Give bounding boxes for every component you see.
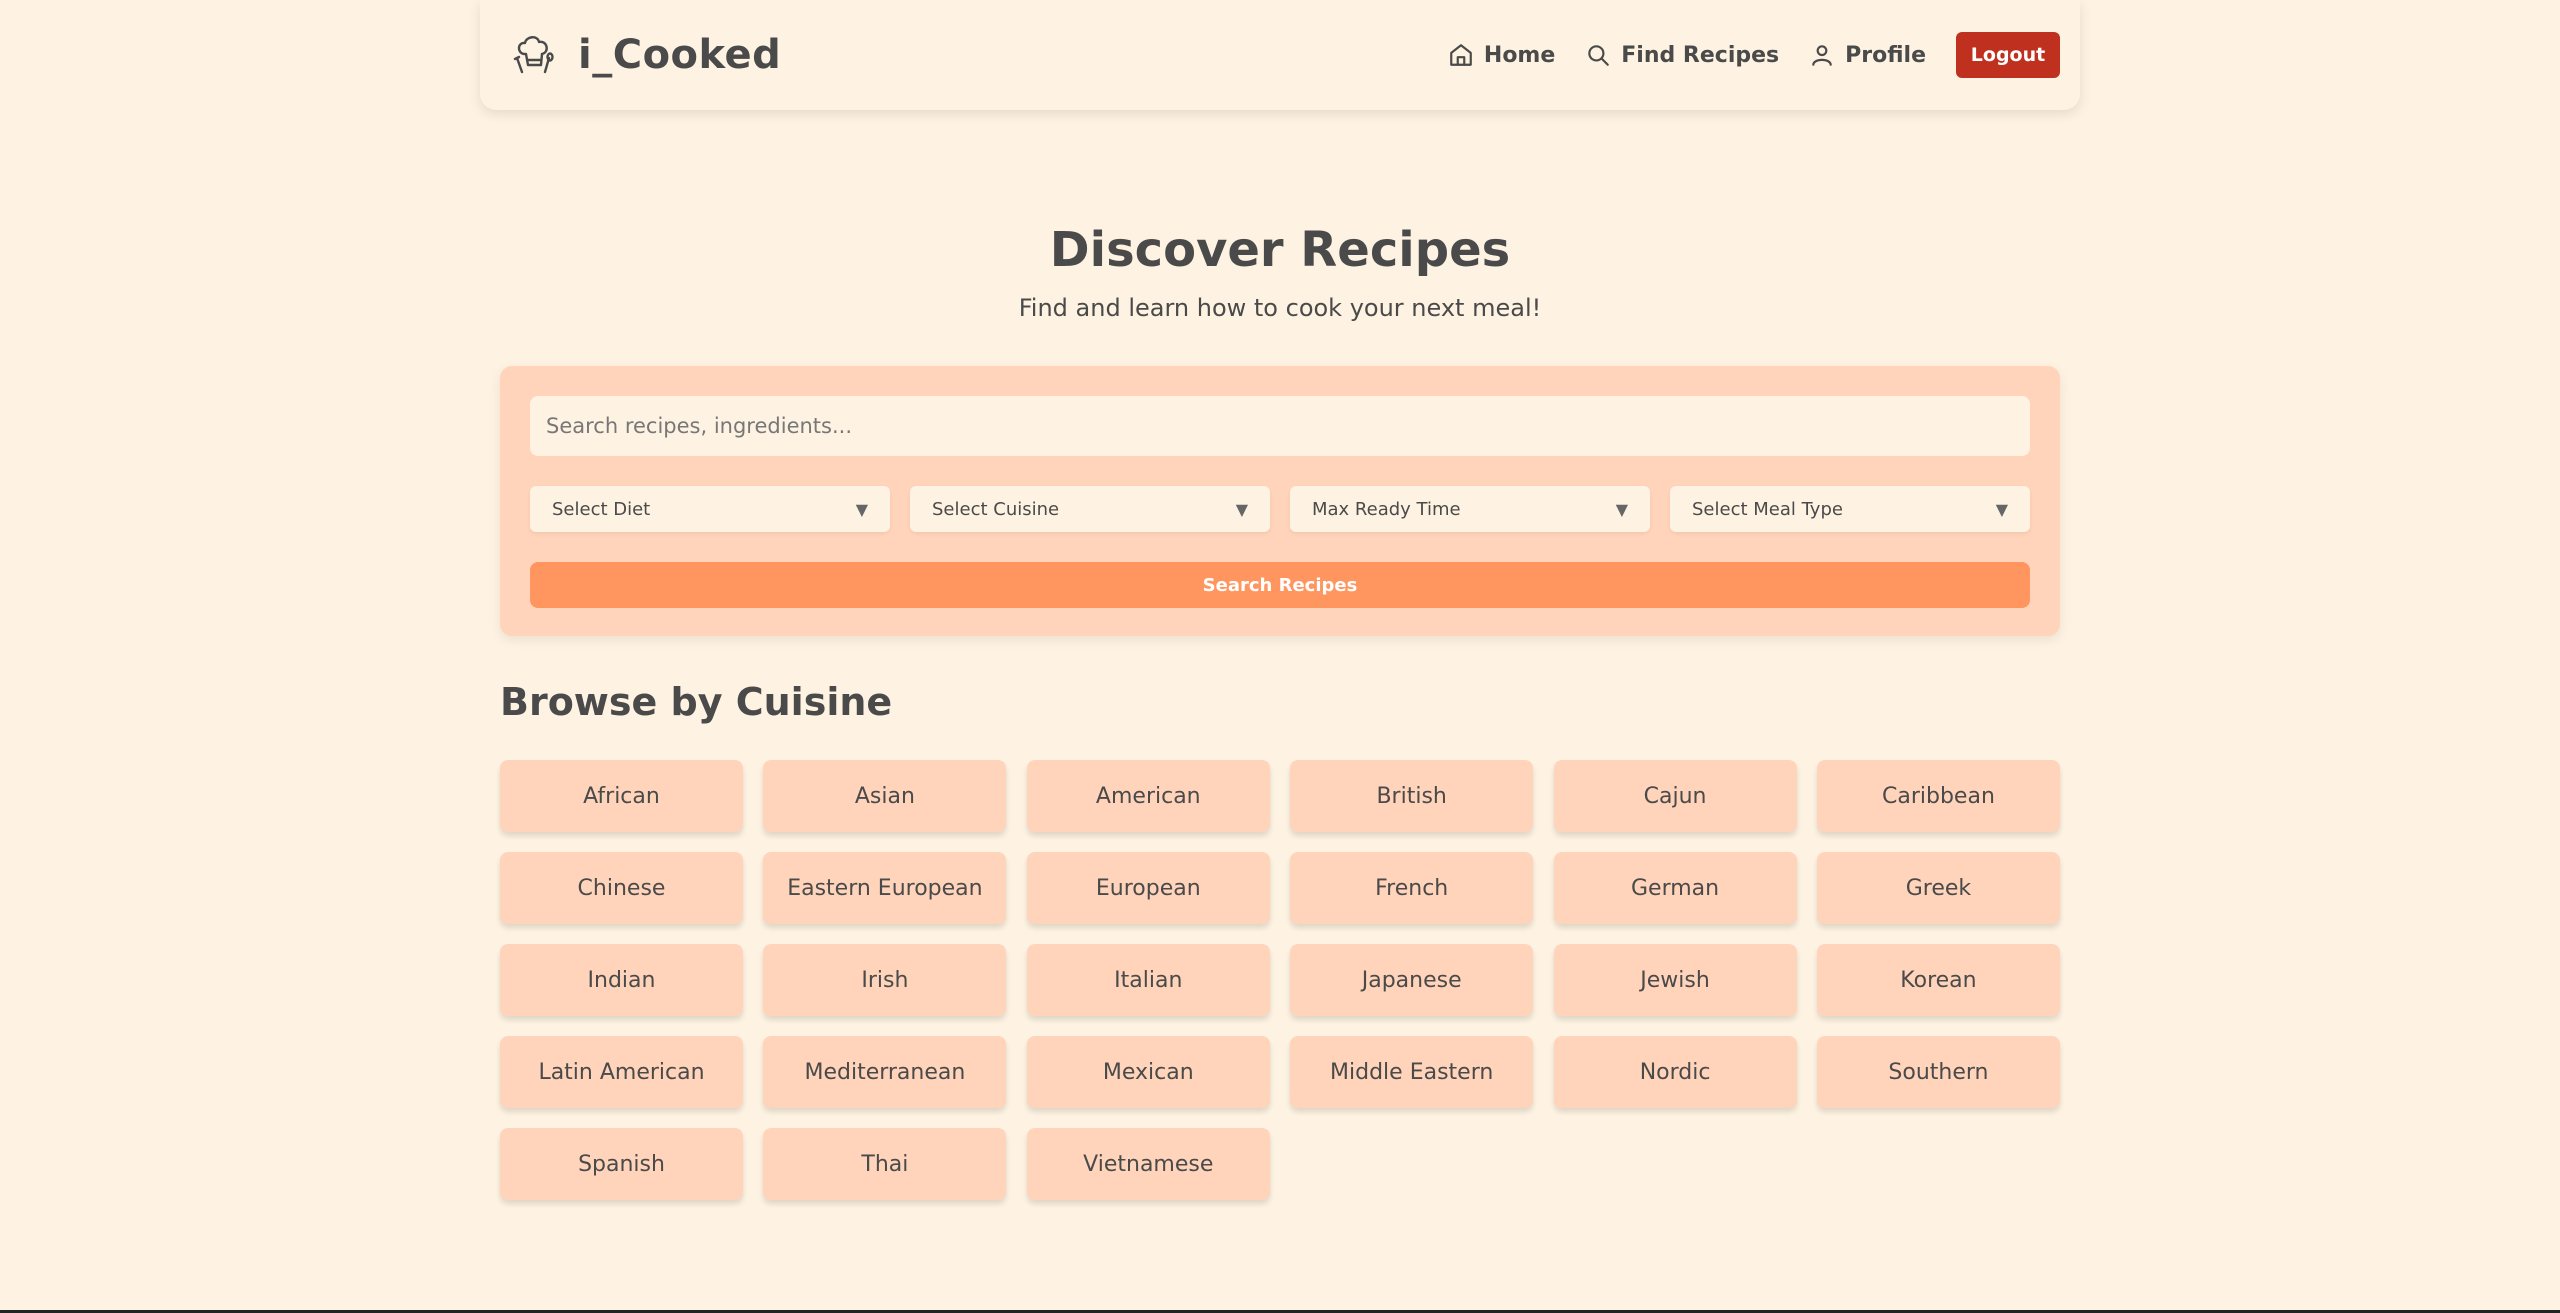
cuisine-card[interactable]: Cajun [1553, 760, 1797, 832]
nav-home[interactable]: Home [1448, 42, 1555, 68]
cuisine-card[interactable]: Mediterranean [763, 1036, 1007, 1108]
cuisine-card[interactable]: Italian [1026, 944, 1270, 1016]
cuisine-grid: African Asian American British Cajun Car… [500, 760, 2060, 1200]
cuisine-card[interactable]: French [1290, 852, 1534, 924]
ready-time-select-value: Max Ready Time [1312, 498, 1461, 520]
home-icon [1450, 44, 1472, 66]
search-panel: Search recipes, ingredients... Select Di… [500, 366, 2060, 636]
cuisine-card[interactable]: Nordic [1553, 1036, 1797, 1108]
diet-select-value: Select Diet [552, 498, 651, 520]
chevron-down-icon: ▼ [855, 499, 868, 519]
browse-title: Browse by Cuisine [500, 680, 893, 724]
cuisine-card[interactable]: Middle Eastern [1290, 1036, 1534, 1108]
meal-type-select[interactable]: Select Meal Type ▼ [1670, 486, 2030, 532]
cuisine-card[interactable]: Indian [500, 944, 743, 1016]
cuisine-select[interactable]: Select Cuisine ▼ [910, 486, 1270, 532]
cuisine-card[interactable]: Southern [1816, 1036, 2060, 1108]
chevron-down-icon: ▼ [1615, 499, 1628, 519]
cuisine-card[interactable]: Eastern European [763, 852, 1007, 924]
cuisine-card[interactable]: Chinese [500, 852, 743, 924]
cuisine-card[interactable]: Thai [763, 1128, 1007, 1200]
nav-profile-label: Profile [1845, 42, 1926, 68]
cuisine-select-value: Select Cuisine [932, 498, 1060, 520]
search-icon [1588, 45, 1610, 66]
meal-type-select-value: Select Meal Type [1692, 498, 1843, 520]
chevron-down-icon: ▼ [1235, 499, 1248, 519]
brand-name: i_Cooked [578, 32, 782, 78]
cuisine-card[interactable]: Irish [763, 944, 1007, 1016]
search-input[interactable]: Search recipes, ingredients... [530, 396, 2030, 456]
cuisine-card[interactable]: Mexican [1026, 1036, 1270, 1108]
cuisine-card[interactable]: Japanese [1290, 944, 1534, 1016]
filters: Select Diet ▼ Select Cuisine ▼ Max Ready… [530, 486, 2030, 532]
page-subtitle: Find and learn how to cook your next mea… [1018, 294, 1542, 322]
nav-home-label: Home [1483, 42, 1556, 68]
cuisine-card[interactable]: Spanish [500, 1128, 743, 1200]
logout-button[interactable]: Logout [1956, 32, 2060, 78]
cuisine-card[interactable]: African [500, 760, 743, 832]
brand[interactable]: i_Cooked [510, 31, 781, 79]
nav-links: Home Find Recipes Profile Logout [1448, 32, 2060, 78]
cuisine-card[interactable]: Latin American [500, 1036, 743, 1108]
cuisine-card[interactable]: American [1026, 760, 1270, 832]
cuisine-card[interactable]: Korean [1816, 944, 2060, 1016]
cuisine-card[interactable]: British [1290, 760, 1534, 832]
cuisine-card[interactable]: Greek [1816, 852, 2060, 924]
nav-profile[interactable]: Profile [1809, 42, 1926, 68]
nav-find-recipes-label: Find Recipes [1621, 42, 1780, 68]
user-icon [1812, 45, 1832, 66]
ready-time-select[interactable]: Max Ready Time ▼ [1290, 486, 1650, 532]
chevron-down-icon: ▼ [1995, 499, 2008, 519]
cuisine-card[interactable]: Caribbean [1816, 760, 2060, 832]
page-title: Discover Recipes [1049, 222, 1511, 278]
chef-hat-icon [510, 31, 558, 79]
cuisine-card[interactable]: Vietnamese [1026, 1128, 1270, 1200]
cuisine-card[interactable]: Asian [763, 760, 1007, 832]
diet-select[interactable]: Select Diet ▼ [530, 486, 890, 532]
cuisine-card[interactable]: German [1553, 852, 1797, 924]
cuisine-card[interactable]: Jewish [1553, 944, 1797, 1016]
search-recipes-button[interactable]: Search Recipes [530, 562, 2030, 608]
nav-find-recipes[interactable]: Find Recipes [1585, 42, 1779, 68]
hero: Discover Recipes Find and learn how to c… [0, 222, 2560, 322]
cuisine-card[interactable]: European [1026, 852, 1270, 924]
navbar: i_Cooked Home Find Recipes Profile Logou… [480, 0, 2080, 110]
